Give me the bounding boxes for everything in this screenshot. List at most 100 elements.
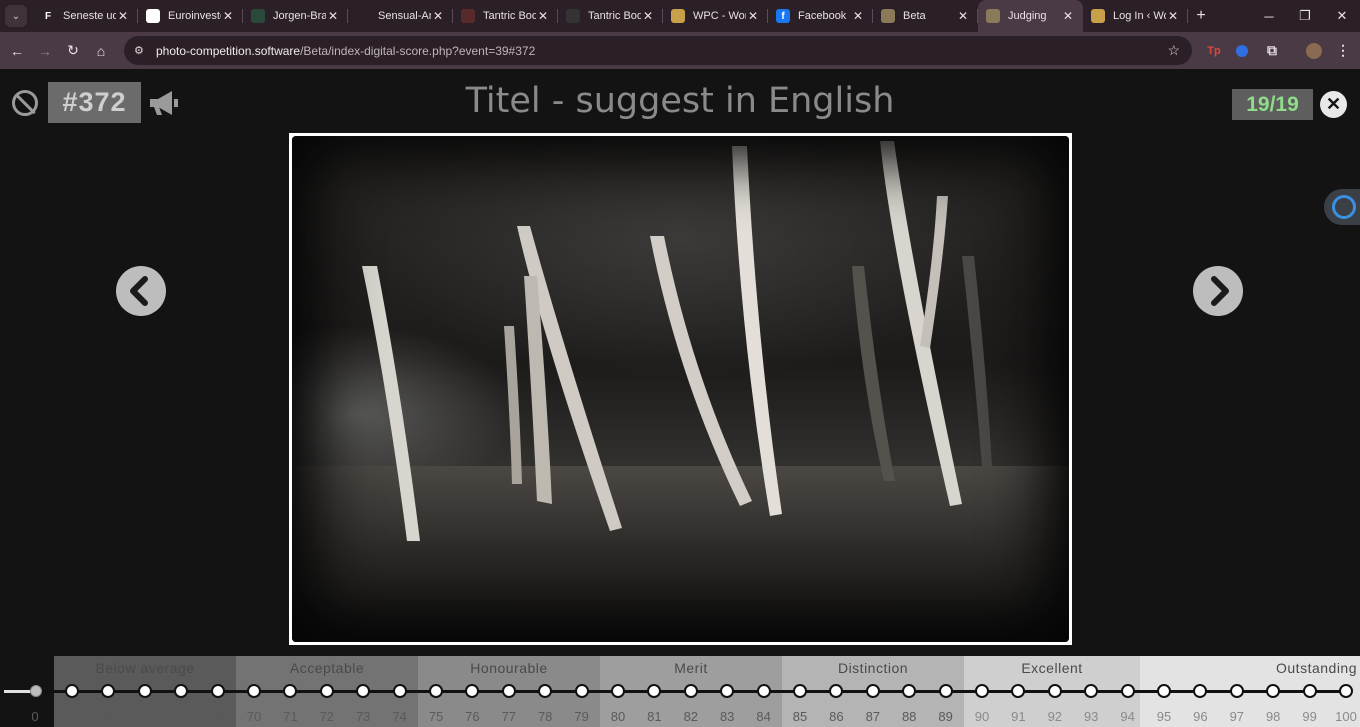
- bookmark-star-icon[interactable]: ☆: [1167, 42, 1180, 59]
- score-option[interactable]: [1339, 684, 1353, 698]
- score-value-label: 97: [1229, 709, 1245, 724]
- tab-favicon-icon: [986, 9, 1000, 23]
- tab-title: Sensual-Art: [378, 10, 431, 22]
- previous-button[interactable]: [116, 266, 166, 316]
- next-button[interactable]: [1193, 266, 1243, 316]
- chevron-right-icon: [1211, 276, 1229, 306]
- score-value-label: 67: [137, 709, 153, 724]
- score-option[interactable]: [1047, 684, 1062, 698]
- site-info-icon[interactable]: ⚙: [134, 44, 150, 57]
- score-value-label: 69: [210, 709, 225, 724]
- window-close-button[interactable]: ✕: [1323, 0, 1360, 32]
- score-option[interactable]: [865, 684, 880, 698]
- tab-close-icon[interactable]: ✕: [641, 9, 655, 23]
- score-option[interactable]: [1302, 684, 1317, 698]
- browser-tab[interactable]: WPC - Worl ✕: [663, 0, 768, 32]
- blue-extension-icon[interactable]: [1232, 32, 1252, 69]
- tab-close-icon[interactable]: ✕: [746, 9, 760, 23]
- score-option[interactable]: [574, 684, 589, 698]
- browser-tab[interactable]: Log In ‹ Wo ✕: [1083, 0, 1188, 32]
- score-option[interactable]: [392, 684, 407, 698]
- tab-close-icon[interactable]: ✕: [1061, 9, 1075, 23]
- score-option[interactable]: [756, 684, 771, 698]
- forward-icon[interactable]: →: [31, 37, 59, 65]
- score-option[interactable]: [793, 684, 807, 698]
- tab-favicon-icon: [356, 9, 370, 23]
- tab-close-icon[interactable]: ✕: [851, 9, 865, 23]
- score-option[interactable]: [611, 684, 625, 698]
- score-value-label: 70: [246, 709, 262, 724]
- score-value-label: 98: [1265, 709, 1281, 724]
- browser-menu-icon[interactable]: ⋮: [1333, 32, 1353, 69]
- score-value-label: 68: [173, 709, 189, 724]
- tab-close-icon[interactable]: ✕: [536, 9, 550, 23]
- score-band-label: Excellent: [1021, 660, 1083, 676]
- browser-toolbar: ← → ↻ ⌂ ⚙ photo-competition.software/Bet…: [0, 32, 1360, 69]
- score-option[interactable]: [247, 684, 261, 698]
- tab-search-button[interactable]: ⌄: [5, 5, 27, 27]
- tab-close-icon[interactable]: ✕: [1166, 9, 1180, 23]
- browser-tab[interactable]: Tantric Bod ✕: [453, 0, 558, 32]
- judging-app: #372 Titel - suggest in English 19/19 ✕: [0, 69, 1360, 727]
- score-value-label: 80: [610, 709, 626, 724]
- extensions-puzzle-icon[interactable]: ⧉: [1262, 32, 1282, 69]
- tab-favicon-icon: [671, 9, 685, 23]
- tab-close-icon[interactable]: ✕: [221, 9, 235, 23]
- browser-tab[interactable]: f Facebook ✕: [768, 0, 873, 32]
- score-option[interactable]: [683, 684, 698, 698]
- score-slider-handle[interactable]: [30, 685, 42, 697]
- browser-tab[interactable]: Euroinvesto ✕: [138, 0, 243, 32]
- tab-favicon-icon: [461, 9, 475, 23]
- score-value-label: 75: [428, 709, 444, 724]
- new-tab-button[interactable]: +: [1188, 0, 1214, 32]
- home-icon[interactable]: ⌂: [87, 37, 115, 65]
- entry-counter: 19/19: [1232, 89, 1313, 120]
- tp-extension-icon[interactable]: Tp: [1204, 32, 1224, 69]
- score-value-label: 93: [1083, 709, 1099, 724]
- score-band-label: Outstanding: [1276, 660, 1357, 676]
- score-value-label: 76: [465, 709, 480, 724]
- block-icon[interactable]: [12, 90, 38, 116]
- browser-tab[interactable]: Sensual-Art ✕: [348, 0, 453, 32]
- score-option[interactable]: [938, 684, 953, 698]
- browser-tab[interactable]: F Seneste ud ✕: [33, 0, 138, 32]
- browser-tab[interactable]: Judging ✕: [978, 0, 1083, 32]
- tab-close-icon[interactable]: ✕: [326, 9, 340, 23]
- back-icon[interactable]: ←: [3, 37, 31, 65]
- address-bar[interactable]: ⚙ photo-competition.software/Beta/index-…: [124, 36, 1192, 65]
- score-option[interactable]: [501, 684, 516, 698]
- tab-title: Euroinvesto: [168, 10, 221, 22]
- megaphone-icon[interactable]: [148, 89, 180, 117]
- tab-close-icon[interactable]: ✕: [431, 9, 445, 23]
- reload-icon[interactable]: ↻: [59, 37, 87, 65]
- score-option[interactable]: [975, 684, 989, 698]
- score-value-label: 83: [719, 709, 735, 724]
- score-option[interactable]: [1120, 684, 1135, 698]
- score-option[interactable]: [319, 684, 334, 698]
- side-extension-badge[interactable]: [1324, 189, 1360, 225]
- score-option[interactable]: [1157, 684, 1171, 698]
- browser-tab[interactable]: Jorgen-Bran✕: [243, 0, 348, 32]
- chevron-left-icon: [130, 276, 148, 306]
- score-value-label: 66: [101, 709, 116, 724]
- profile-avatar[interactable]: [1304, 32, 1324, 69]
- score-value-label: 82: [683, 709, 699, 724]
- score-option[interactable]: [65, 684, 79, 698]
- score-option[interactable]: [1229, 684, 1244, 698]
- score-value-label: 71: [283, 709, 298, 724]
- close-judging-button[interactable]: ✕: [1320, 91, 1347, 118]
- score-option[interactable]: [210, 684, 225, 698]
- score-value-label: 85: [792, 709, 808, 724]
- maximize-button[interactable]: ❐: [1286, 0, 1324, 32]
- tab-favicon-icon: f: [776, 9, 790, 23]
- score-option[interactable]: [137, 684, 152, 698]
- browser-tab[interactable]: Tantric Bod ✕: [558, 0, 663, 32]
- browser-tab[interactable]: Beta ✕: [873, 0, 978, 32]
- tab-close-icon[interactable]: ✕: [956, 9, 970, 23]
- score-option[interactable]: [429, 684, 443, 698]
- score-value-label: 78: [537, 709, 553, 724]
- score-bar: Outstanding Excellent Distinction Merit Hono…: [0, 656, 1360, 727]
- tab-close-icon[interactable]: ✕: [116, 9, 130, 23]
- tab-title: Tantric Bod: [588, 10, 641, 22]
- minimize-button[interactable]: ─: [1250, 0, 1288, 32]
